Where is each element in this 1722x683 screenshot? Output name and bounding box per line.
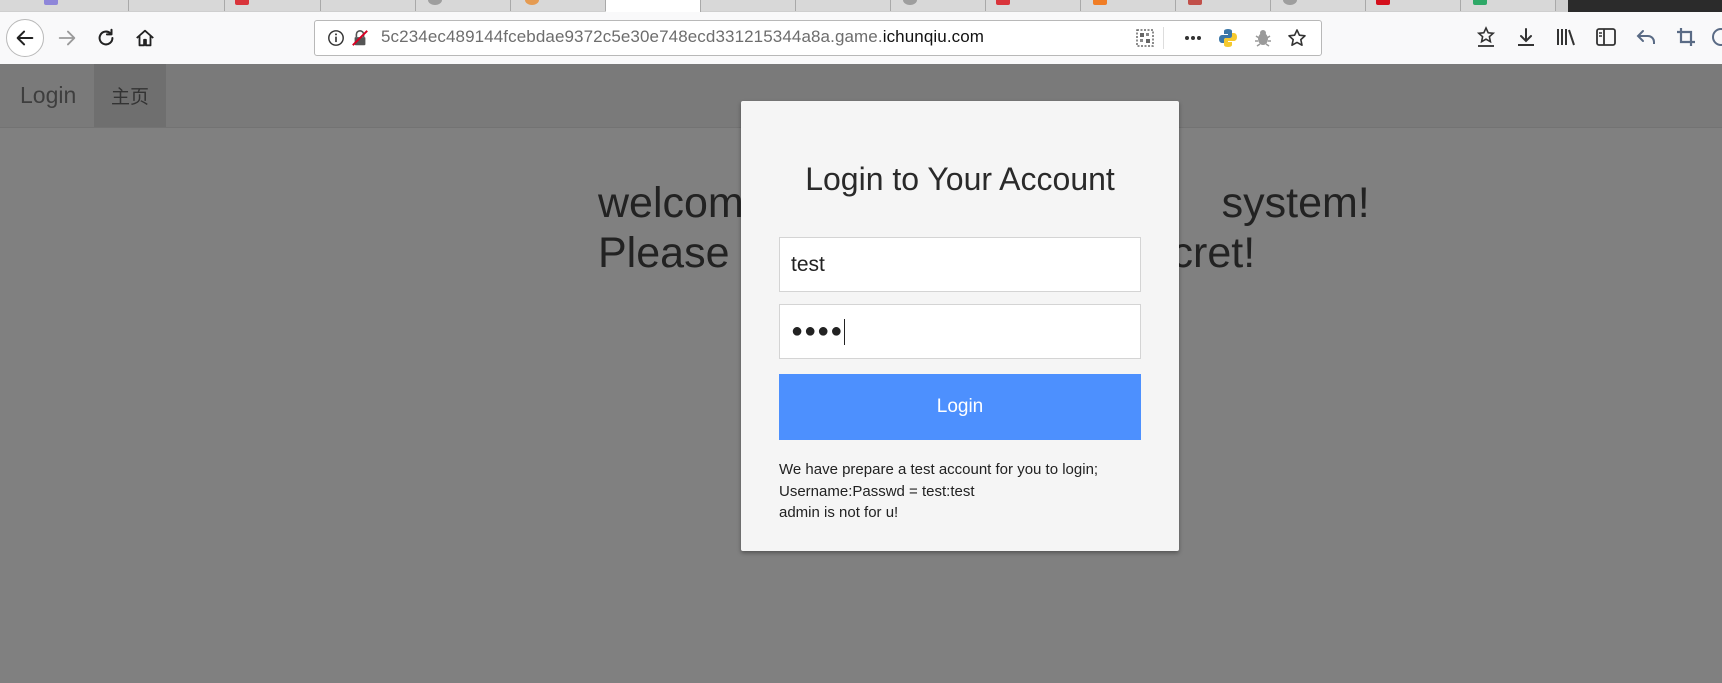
login-button[interactable]: Login: [779, 374, 1141, 440]
back-arrow-icon: [16, 30, 34, 46]
username-input[interactable]: test: [779, 237, 1141, 292]
browser-tab[interactable]: [225, 0, 321, 11]
url-host: ichunqiu.com: [882, 27, 985, 46]
python-extension-icon[interactable]: [1218, 28, 1238, 48]
more-actions-icon[interactable]: [1183, 28, 1203, 48]
help-line-1: We have prepare a test account for you t…: [779, 461, 1099, 478]
browser-tab[interactable]: [1081, 0, 1176, 11]
password-value: ●●●●: [791, 320, 844, 342]
browser-tab[interactable]: [0, 0, 129, 11]
browser-toolbar: 5c234ec489144fcebdae9372c5e30e748ecd3312…: [0, 12, 1722, 65]
browser-tab-active[interactable]: [606, 0, 701, 12]
download-icon[interactable]: [1515, 26, 1537, 48]
bug-extension-icon[interactable]: [1253, 28, 1273, 48]
home-link[interactable]: 主页: [94, 64, 166, 127]
qr-code-icon[interactable]: [1135, 28, 1155, 48]
url-prefix: 5c234ec489144fcebdae9372c5e30e748ecd3312…: [381, 27, 883, 46]
text-caret: [844, 318, 846, 345]
tab-strip-end: [1568, 0, 1722, 12]
url-bar[interactable]: 5c234ec489144fcebdae9372c5e30e748ecd3312…: [314, 20, 1322, 56]
reload-button[interactable]: [87, 19, 125, 57]
browser-tab[interactable]: [511, 0, 606, 11]
browser-tab[interactable]: [701, 0, 796, 11]
forward-button[interactable]: [48, 19, 86, 57]
help-line-3: admin is not for u!: [779, 504, 899, 521]
help-text: We have prepare a test account for you t…: [779, 459, 1159, 524]
browser-tab[interactable]: [1176, 0, 1271, 11]
library-icon[interactable]: [1555, 26, 1577, 48]
crop-screenshot-icon[interactable]: [1675, 26, 1697, 48]
site-brand[interactable]: Login: [20, 82, 76, 109]
home-button[interactable]: [126, 19, 164, 57]
home-icon: [136, 29, 154, 47]
browser-tab[interactable]: [321, 0, 416, 11]
browser-tab[interactable]: [986, 0, 1081, 11]
help-line-2: Username:Passwd = test:test: [779, 482, 975, 500]
password-input[interactable]: ●●●●: [779, 304, 1141, 359]
back-button[interactable]: [6, 19, 44, 57]
modal-title: Login to Your Account: [805, 161, 1115, 197]
login-modal: Login to Your Account test ●●●● Login We…: [741, 101, 1179, 551]
tab-strip: [0, 0, 1722, 12]
page-content: Login 主页 welcom system! Please cret! Log…: [0, 64, 1722, 683]
undo-arrow-icon[interactable]: [1635, 26, 1657, 48]
browser-tab[interactable]: [1271, 0, 1366, 11]
username-value: test: [791, 252, 825, 276]
browser-tab[interactable]: [129, 0, 225, 11]
reload-icon: [98, 28, 114, 46]
browser-tab[interactable]: [1366, 0, 1461, 11]
url-text[interactable]: 5c234ec489144fcebdae9372c5e30e748ecd3312…: [381, 27, 984, 47]
bookmark-star-icon[interactable]: [1287, 28, 1307, 48]
sidebar-icon[interactable]: [1595, 26, 1617, 48]
browser-tab[interactable]: [796, 0, 891, 11]
forward-arrow-icon: [58, 30, 76, 46]
url-separator: [1163, 27, 1164, 49]
browser-tab[interactable]: [891, 0, 986, 11]
info-icon[interactable]: [327, 29, 345, 47]
browser-tab[interactable]: [416, 0, 511, 11]
pocket-save-icon[interactable]: [1475, 26, 1497, 48]
insecure-lock-icon[interactable]: [351, 29, 369, 47]
browser-tab[interactable]: [1461, 0, 1556, 11]
overflow-icon[interactable]: [1710, 26, 1722, 48]
